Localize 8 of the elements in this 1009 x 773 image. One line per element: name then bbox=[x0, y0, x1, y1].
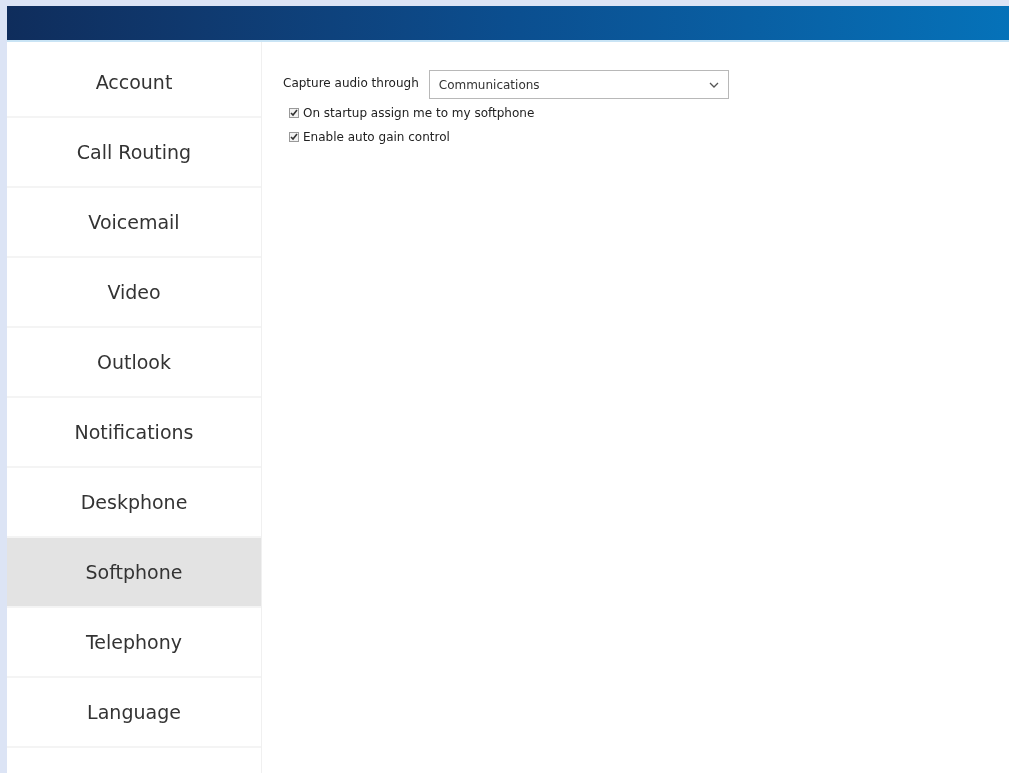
checkbox[interactable] bbox=[289, 132, 299, 142]
sidebar-item[interactable]: Softphone bbox=[7, 538, 261, 608]
capture-audio-label: Capture audio through bbox=[283, 74, 419, 92]
checkbox-label: Enable auto gain control bbox=[303, 129, 450, 146]
checkbox[interactable] bbox=[289, 108, 299, 118]
chevron-down-icon bbox=[708, 81, 719, 88]
checkbox-label: On startup assign me to my softphone bbox=[303, 105, 535, 122]
capture-audio-dropdown[interactable]: Communications bbox=[428, 70, 729, 99]
